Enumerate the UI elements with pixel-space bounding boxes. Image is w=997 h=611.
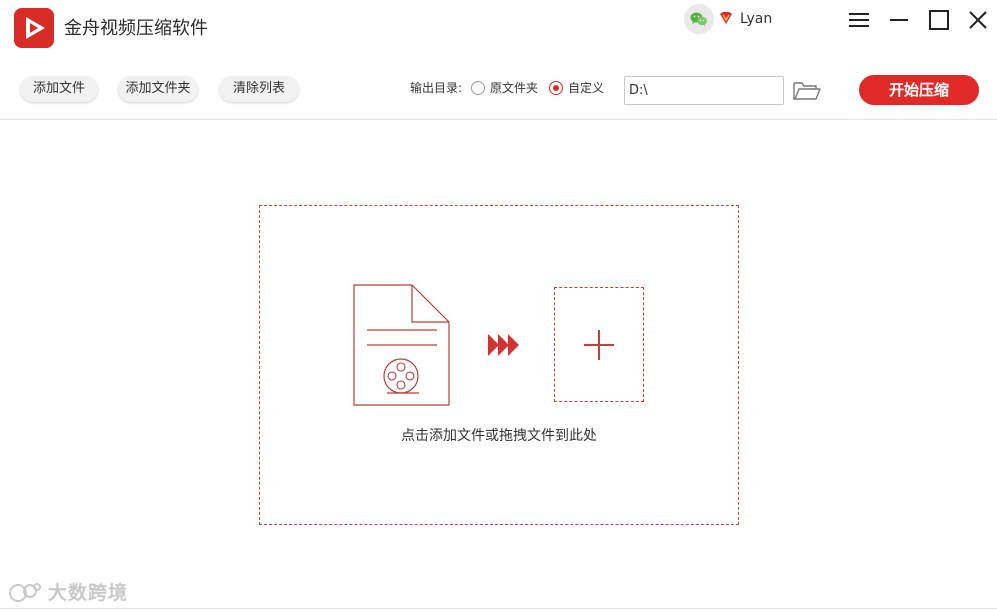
watermark: 大数跨境 — [8, 580, 127, 606]
username[interactable]: Lyan — [740, 10, 772, 28]
app-logo — [14, 8, 54, 48]
plus-icon[interactable] — [584, 330, 614, 360]
toolbar: 添加文件 添加文件夹 清除列表 输出目录: 原文件夹 自定义 开始压缩 — [0, 58, 997, 120]
radio-custom-label[interactable]: 自定义 — [568, 80, 604, 96]
app-window: 金舟视频压缩软件 Lyan 添加文件 添加文件夹 清除列表 输出目录: 原文件夹… — [0, 0, 997, 611]
bottom-divider — [0, 608, 997, 609]
output-dir-label: 输出目录: — [410, 81, 463, 95]
wechat-icon[interactable] — [684, 4, 714, 34]
drop-zone[interactable] — [259, 205, 739, 525]
title-bar: 金舟视频压缩软件 Lyan — [0, 0, 997, 58]
play-icon — [14, 8, 54, 48]
start-compress-button[interactable]: 开始压缩 — [859, 75, 979, 105]
clear-list-button[interactable]: 清除列表 — [219, 76, 299, 102]
vip-badge-icon — [718, 10, 734, 26]
triple-arrow-icon — [487, 333, 521, 357]
close-icon[interactable] — [964, 6, 992, 34]
radio-original-folder-label[interactable]: 原文件夹 — [490, 80, 538, 96]
radio-original-folder[interactable] — [471, 81, 485, 95]
add-folder-button[interactable]: 添加文件夹 — [118, 76, 198, 102]
drop-hint-text: 点击添加文件或拖拽文件到此处 — [401, 428, 597, 444]
menu-icon[interactable] — [845, 6, 873, 34]
maximize-icon[interactable] — [925, 6, 953, 34]
radio-custom[interactable] — [549, 81, 563, 95]
watermark-logo — [9, 583, 41, 602]
output-path-input[interactable] — [624, 76, 784, 105]
folder-open-icon[interactable] — [792, 80, 822, 102]
add-file-button[interactable]: 添加文件 — [20, 76, 98, 102]
app-title: 金舟视频压缩软件 — [64, 18, 208, 39]
watermark-text: 大数跨境 — [48, 582, 129, 604]
minimize-icon[interactable] — [885, 6, 913, 34]
video-file-icon — [353, 284, 450, 406]
